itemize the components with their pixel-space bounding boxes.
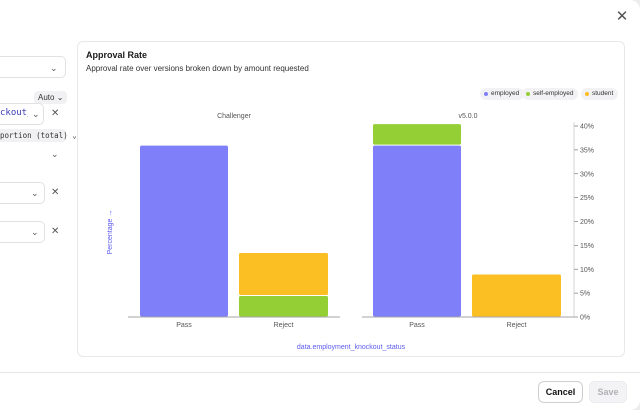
bar-self-employed <box>373 124 461 145</box>
chevron-down-icon: ⌄ <box>31 227 39 237</box>
y-tick-label: 35% <box>580 147 594 154</box>
dialog: ✕ ⌄ Auto ⌄ ckout_s ⌄ ✕ portion (total) ⌄… <box>0 0 640 410</box>
y-tick-label: 20% <box>580 219 594 226</box>
remove-icon[interactable]: ✕ <box>51 109 59 119</box>
select-field-1[interactable]: ⌄ <box>0 56 66 78</box>
chevron-down-icon: ⌄ <box>56 93 64 102</box>
bar-self-employed <box>239 296 328 317</box>
cancel-button[interactable]: Cancel <box>538 381 583 403</box>
approval-rate-chart: 0% 5% 10% 15% 20% 25% 30% 35% 40% Challenger Pass R… <box>107 113 594 351</box>
select-field-3[interactable]: ⌄ <box>0 221 45 243</box>
auto-label: Auto <box>38 93 55 102</box>
chevron-down-icon: ⌄ <box>50 63 58 73</box>
bar-employed <box>373 145 461 317</box>
x-axis-label: data.employment_knockout_status <box>297 344 406 351</box>
chevron-down-icon[interactable]: ⌄ <box>51 149 59 159</box>
y-tick-label: 10% <box>580 267 594 274</box>
footer-divider <box>0 372 640 373</box>
chart-card: Approval Rate Approval rate over version… <box>77 41 625 357</box>
y-tick-label: 5% <box>580 291 590 298</box>
y-tick-label: 15% <box>580 243 594 250</box>
chevron-down-icon: ⌄ <box>32 109 40 119</box>
chevron-down-icon: ⌄ <box>31 188 39 198</box>
bar-student <box>239 253 328 296</box>
x-tick-label: Pass <box>409 322 425 329</box>
bar-student <box>472 274 561 317</box>
aggregation-dropdown[interactable]: portion (total) ⌄ <box>0 129 77 142</box>
remove-icon[interactable]: ✕ <box>51 188 59 198</box>
y-tick-label: 25% <box>580 195 594 202</box>
y-axis-label: Percentage → <box>107 210 114 255</box>
field-value: ckout_s <box>0 108 28 118</box>
aggregation-label: portion (total) <box>0 131 68 140</box>
remove-icon[interactable]: ✕ <box>51 227 59 237</box>
close-icon[interactable]: ✕ <box>612 8 632 26</box>
bar-employed <box>140 145 228 317</box>
x-tick-label: Reject <box>274 322 294 329</box>
x-tick-label: Pass <box>176 322 192 329</box>
y-tick-label: 30% <box>580 171 594 178</box>
field-input[interactable]: ckout_s ⌄ <box>0 103 44 125</box>
select-field-2[interactable]: ⌄ <box>0 182 45 204</box>
panel-label: v5.0.0 <box>458 113 477 120</box>
y-tick-label: 40% <box>580 124 594 131</box>
y-tick-label: 0% <box>580 315 590 322</box>
panel-label: Challenger <box>217 113 252 120</box>
x-tick-label: Reject <box>507 322 527 329</box>
save-button[interactable]: Save <box>589 381 627 403</box>
